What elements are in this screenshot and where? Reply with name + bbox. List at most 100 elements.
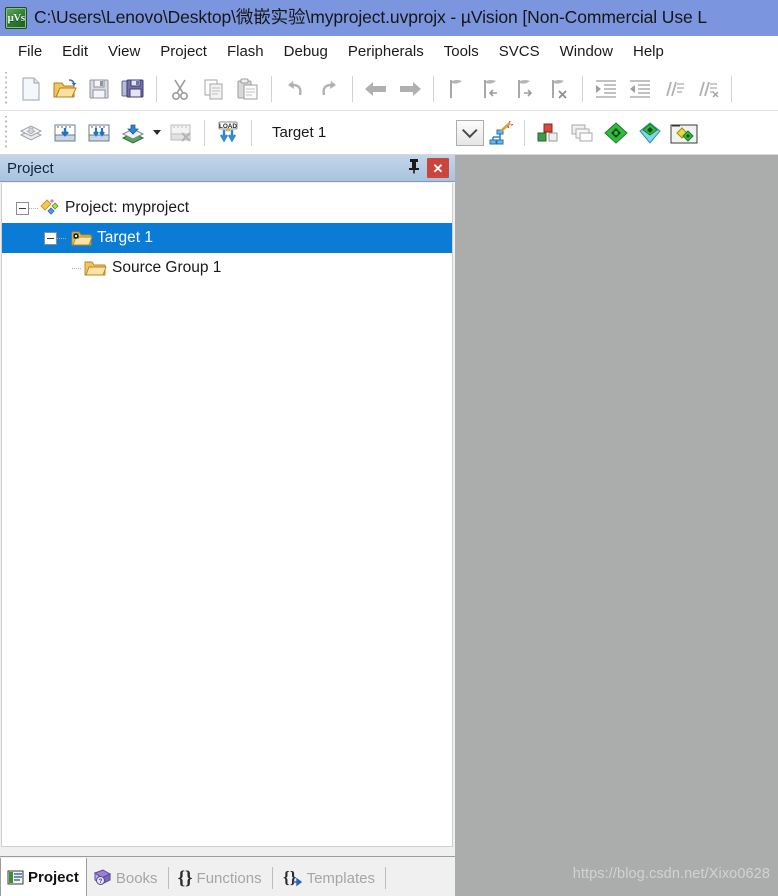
uncomment-icon (696, 78, 720, 100)
menu-debug[interactable]: Debug (274, 41, 338, 63)
open-file-icon (53, 78, 77, 100)
menu-window[interactable]: Window (550, 41, 623, 63)
target-selector-dropdown[interactable] (456, 119, 484, 146)
comment-button[interactable] (657, 72, 691, 106)
pack-installer-button[interactable] (633, 116, 667, 150)
batch-build-button[interactable] (116, 116, 150, 150)
open-file-button[interactable] (48, 72, 82, 106)
comment-icon (662, 78, 686, 100)
target-folder-icon (67, 228, 93, 248)
tab-label: Functions (196, 869, 262, 887)
menu-help[interactable]: Help (623, 41, 674, 63)
indent-button[interactable] (589, 72, 623, 106)
tab-separator (271, 867, 273, 889)
bookmark-toggle-icon (446, 78, 468, 100)
menu-file[interactable]: File (8, 41, 52, 63)
bookmark-next-button[interactable] (508, 72, 542, 106)
new-file-button[interactable] (14, 72, 48, 106)
close-icon: ✕ (432, 160, 444, 176)
stop-build-icon (168, 122, 194, 144)
rebuild-button[interactable] (82, 116, 116, 150)
tree-node-label: Source Group 1 (112, 259, 222, 277)
toolbar-separator (251, 119, 252, 146)
tab-functions[interactable]: {} Functions (172, 860, 269, 896)
manage-run-environment-button[interactable] (667, 116, 701, 150)
menu-edit[interactable]: Edit (52, 41, 98, 63)
menu-view[interactable]: View (98, 41, 150, 63)
bookmark-prev-icon (480, 78, 502, 100)
menu-flash[interactable]: Flash (217, 41, 274, 63)
tree-node-label: Target 1 (97, 229, 154, 247)
undo-icon (284, 79, 306, 99)
undo-button[interactable] (278, 72, 312, 106)
menu-peripherals[interactable]: Peripherals (338, 41, 434, 63)
auto-hide-pin-button[interactable] (403, 157, 425, 179)
save-button[interactable] (82, 72, 116, 106)
expander-toggle[interactable] (16, 201, 29, 215)
navigate-forward-icon (398, 80, 422, 98)
redo-button[interactable] (312, 72, 346, 106)
new-file-icon (20, 77, 42, 101)
project-panel-caption: Project ✕ (0, 155, 455, 182)
tree-row[interactable]: Target 1 (2, 223, 452, 253)
toolbar-separator (352, 75, 353, 102)
toolbar-separator (524, 119, 525, 146)
stop-build-button[interactable] (164, 116, 198, 150)
toolbar-separator (156, 75, 157, 102)
build-toolbar: LOAD Target 1 (0, 111, 778, 155)
tab-label: Project (28, 868, 79, 886)
translate-button[interactable] (14, 116, 48, 150)
paste-icon (237, 78, 259, 100)
build-button[interactable] (48, 116, 82, 150)
bookmark-toggle-button[interactable] (440, 72, 474, 106)
target-options-wand-icon (488, 120, 514, 145)
manage-project-items-icon (535, 122, 561, 144)
paste-button[interactable] (231, 72, 265, 106)
tab-project[interactable]: Project (0, 858, 87, 896)
menu-project[interactable]: Project (150, 41, 217, 63)
target-selector[interactable]: Target 1 (264, 118, 484, 148)
copy-button[interactable] (197, 72, 231, 106)
templates-icon: {} (282, 869, 303, 887)
navigate-forward-button[interactable] (393, 72, 427, 106)
tree-connector (29, 207, 39, 209)
tab-separator (384, 867, 386, 889)
tab-templates[interactable]: {} Templates (276, 860, 382, 896)
tab-label: Templates (306, 869, 375, 887)
cut-button[interactable] (163, 72, 197, 106)
tree-node-label: Project: myproject (65, 199, 190, 217)
multi-project-button[interactable] (565, 116, 599, 150)
uvision-icon: µVs (5, 7, 27, 29)
project-dock-panel: Project ✕ Project: myproject Target 1 So… (0, 155, 455, 896)
save-all-icon (121, 78, 145, 100)
cut-icon (170, 78, 190, 100)
configure-target-button[interactable] (599, 116, 633, 150)
menu-svcs[interactable]: SVCS (489, 41, 550, 63)
project-tree[interactable]: Project: myproject Target 1 Source Group… (1, 183, 453, 847)
close-panel-button[interactable]: ✕ (427, 158, 449, 178)
expander-toggle[interactable] (44, 231, 57, 245)
outdent-button[interactable] (623, 72, 657, 106)
menu-tools[interactable]: Tools (434, 41, 489, 63)
navigate-back-button[interactable] (359, 72, 393, 106)
download-icon: LOAD (215, 121, 241, 145)
copy-icon (203, 78, 225, 100)
download-button[interactable]: LOAD (211, 116, 245, 150)
pack-installer-icon (637, 121, 663, 145)
bookmark-prev-button[interactable] (474, 72, 508, 106)
tree-row[interactable]: Source Group 1 (2, 253, 452, 283)
manage-project-items-button[interactable] (531, 116, 565, 150)
toolbar-gripper[interactable] (2, 115, 11, 150)
save-all-button[interactable] (116, 72, 150, 106)
target-options-button[interactable] (484, 116, 518, 150)
batch-build-dropdown[interactable] (150, 116, 164, 150)
tree-row[interactable]: Project: myproject (2, 193, 452, 223)
toolbar-gripper[interactable] (2, 71, 11, 106)
uncomment-button[interactable] (691, 72, 725, 106)
tree-connector (57, 237, 67, 239)
app-icon-text: µVs (7, 11, 25, 24)
tab-books[interactable]: ? Books (87, 860, 165, 896)
bookmark-clear-button[interactable] (542, 72, 576, 106)
manage-run-environment-icon (670, 121, 698, 145)
batch-build-icon (120, 122, 146, 144)
